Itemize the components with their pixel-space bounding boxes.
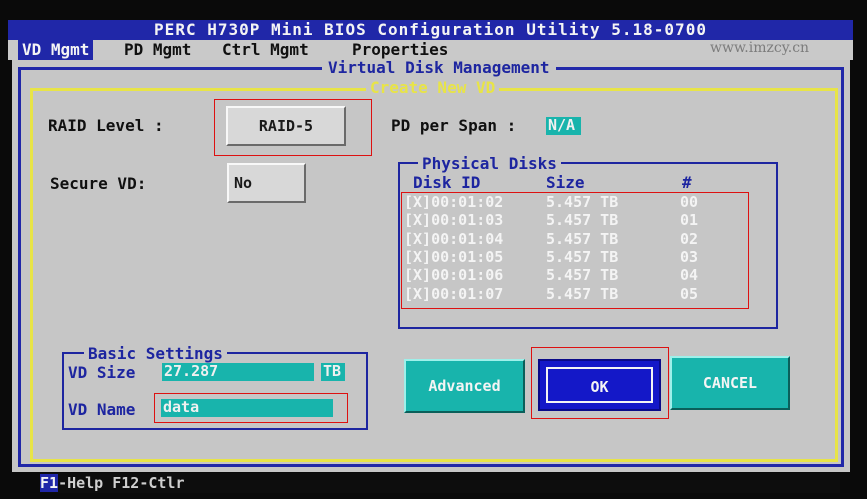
help-text: -Help F12-Ctlr <box>58 474 185 492</box>
disk-select-mark[interactable]: [X] <box>404 285 431 303</box>
disk-size: 5.457 TB <box>546 193 619 211</box>
disk-size: 5.457 TB <box>546 248 619 266</box>
tab-ctrl-mgmt[interactable]: Ctrl Mgmt <box>218 40 313 60</box>
secure-vd-label: Secure VD: <box>50 174 147 193</box>
disk-row[interactable]: [X]00:01:05 <box>404 248 503 266</box>
disk-number: 02 <box>680 230 699 248</box>
disk-list[interactable]: [X]00:01:02 5.457 TB 00 [X]00:01:03 5.45… <box>404 193 744 305</box>
raid-level-label: RAID Level : <box>48 116 164 135</box>
raid-level-select[interactable]: RAID-5 <box>226 106 346 146</box>
disk-number: 04 <box>680 266 699 284</box>
disk-size: 5.457 TB <box>546 230 619 248</box>
physical-disks-title: Physical Disks <box>418 155 561 173</box>
disk-id: 00:01:04 <box>431 230 504 248</box>
vd-size-unit: TB <box>321 363 345 381</box>
vd-size-field[interactable]: 27.287 <box>162 363 314 381</box>
secure-vd-select[interactable]: No <box>227 163 306 203</box>
disk-id: 00:01:02 <box>431 193 504 211</box>
window-title: PERC H730P Mini BIOS Configuration Utili… <box>8 20 853 40</box>
watermark: www.imzcy.cn <box>710 40 810 56</box>
disk-select-mark[interactable]: [X] <box>404 248 431 266</box>
disk-select-mark[interactable]: [X] <box>404 211 431 229</box>
cancel-button[interactable]: CANCEL <box>670 356 790 410</box>
disk-number: 03 <box>680 248 699 266</box>
disk-id: 00:01:06 <box>431 266 504 284</box>
ok-button[interactable]: OK <box>538 359 661 411</box>
disk-id: 00:01:03 <box>431 211 504 229</box>
disk-size: 5.457 TB <box>546 285 619 303</box>
tab-properties[interactable]: Properties <box>348 40 452 60</box>
vd-name-input[interactable]: data <box>161 399 333 417</box>
basic-settings-title: Basic Settings <box>84 345 227 363</box>
disk-size: 5.457 TB <box>546 211 619 229</box>
tab-vd-mgmt[interactable]: VD Mgmt <box>18 40 94 60</box>
disk-id: 00:01:07 <box>431 285 504 303</box>
bios-screen: PERC H730P Mini BIOS Configuration Utili… <box>0 0 867 499</box>
disk-row[interactable]: [X]00:01:06 <box>404 266 503 284</box>
disk-row[interactable]: [X]00:01:03 <box>404 211 503 229</box>
vd-size-label: VD Size <box>68 363 136 382</box>
tab-pd-mgmt[interactable]: PD Mgmt <box>120 40 195 60</box>
disk-select-mark[interactable]: [X] <box>404 266 431 284</box>
pd-per-span-label: PD per Span : <box>391 116 517 135</box>
help-key: F1 <box>40 474 59 492</box>
vd-name-label: VD Name <box>68 400 136 419</box>
advanced-button[interactable]: Advanced <box>404 359 525 413</box>
disk-row[interactable]: [X]00:01:04 <box>404 230 503 248</box>
help-footer: F1-Help F12-Ctlr <box>40 473 840 493</box>
disk-row[interactable]: [X]00:01:07 <box>404 285 503 303</box>
ok-button-label: OK <box>546 367 653 403</box>
column-size: Size <box>546 173 585 192</box>
disk-id: 00:01:05 <box>431 248 504 266</box>
disk-number: 01 <box>680 211 699 229</box>
disk-number: 00 <box>680 193 699 211</box>
disk-row[interactable]: [X]00:01:02 <box>404 193 503 211</box>
disk-select-mark[interactable]: [X] <box>404 230 431 248</box>
dialog-title: Create New VD <box>366 79 500 97</box>
disk-number: 05 <box>680 285 699 303</box>
pd-per-span-value: N/A <box>546 117 581 135</box>
disk-size: 5.457 TB <box>546 266 619 284</box>
column-disk-id: Disk ID <box>413 173 481 192</box>
disk-select-mark[interactable]: [X] <box>404 193 431 211</box>
panel-title: Virtual Disk Management <box>322 60 556 76</box>
column-number: # <box>682 173 692 192</box>
